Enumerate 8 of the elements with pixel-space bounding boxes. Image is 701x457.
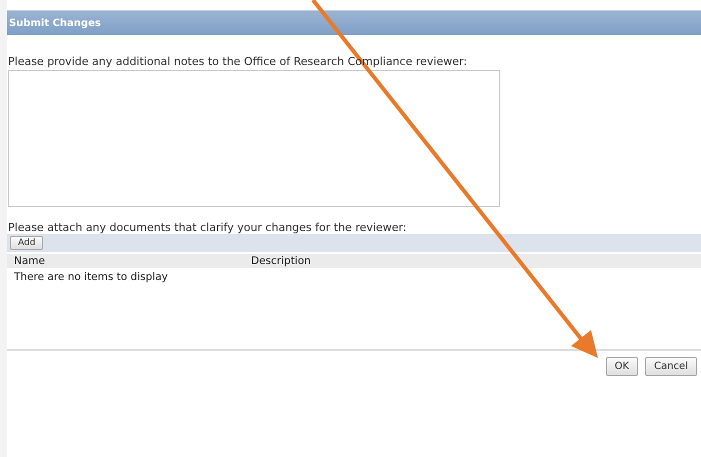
- dialog-title: Submit Changes: [9, 18, 101, 28]
- dialog-button[interactable]: Cancel: [645, 357, 697, 376]
- column-header: Description: [251, 255, 311, 267]
- column-header: Name: [13, 255, 46, 267]
- attach-label: Please attach any documents that clarify your changes for the reviewer:: [8, 221, 408, 234]
- notes-field[interactable]: [8, 70, 500, 207]
- dialog-button[interactable]: OK: [606, 357, 638, 376]
- add-button[interactable]: Add: [10, 236, 44, 250]
